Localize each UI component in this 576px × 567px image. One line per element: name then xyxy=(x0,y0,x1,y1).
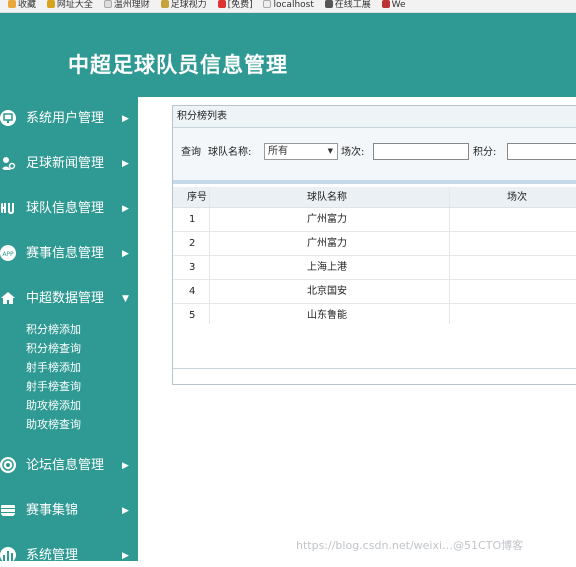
bookmark-item[interactable]: localhost xyxy=(263,0,314,10)
column-header: 场次 xyxy=(507,192,527,203)
panel-footer-line xyxy=(173,368,576,369)
column-divider xyxy=(449,304,450,324)
column-divider xyxy=(209,187,210,207)
submenu-item[interactable]: 助攻榜添加 xyxy=(26,399,81,413)
site-icon xyxy=(217,0,226,8)
table-header: 序号 球队名称 场次 xyxy=(173,187,576,208)
row-team: 北京国安 xyxy=(307,286,347,297)
chevron-down-icon: ▼ xyxy=(122,294,129,304)
site-icon xyxy=(324,0,333,8)
submenu-item[interactable]: 积分榜添加 xyxy=(26,323,81,337)
table-row[interactable]: 3 上海上港 xyxy=(173,256,576,280)
row-index: 2 xyxy=(189,238,196,249)
watermark: https://blog.csdn.net/weixi…@51CTO博客 xyxy=(296,539,524,552)
user-gear-icon xyxy=(0,155,16,171)
dropdown-caret-icon: ▼ xyxy=(327,147,333,155)
sidebar-item-news[interactable]: 足球新闻管理 ▶ xyxy=(0,153,138,175)
column-divider xyxy=(209,208,210,231)
bookmark-item[interactable]: 温州理财 xyxy=(103,0,150,10)
app-header: 中超足球队员信息管理 xyxy=(0,13,576,97)
points-label: 积分: xyxy=(473,147,497,158)
sidebar-item-teams[interactable]: 球队信息管理 ▶ xyxy=(0,198,138,220)
chevron-right-icon: ▶ xyxy=(122,114,129,124)
star-icon xyxy=(8,0,16,8)
stack-icon xyxy=(0,502,16,518)
page-icon xyxy=(263,0,272,8)
sidebar-item-system[interactable]: 系统管理 ▶ xyxy=(0,545,138,567)
bookmarks-bar: 收藏 网址大全 温州理财 足球视力 [免费] localhost 在线工展 We xyxy=(0,0,576,13)
row-index: 4 xyxy=(189,286,196,297)
team-name-label: 球队名称: xyxy=(208,147,252,158)
bookmark-item[interactable]: [免费] xyxy=(217,0,253,10)
sidebar: 系统用户管理 ▶ 足球新闻管理 ▶ 球队信息管理 ▶ APP 赛事信息管理 ▶ … xyxy=(0,97,138,563)
matches-label: 场次: xyxy=(341,147,365,158)
target-icon xyxy=(0,457,16,473)
home-icon xyxy=(0,290,16,306)
submenu-item[interactable]: 射手榜查询 xyxy=(26,380,81,394)
row-index: 5 xyxy=(189,310,196,321)
site-icon xyxy=(160,0,169,8)
sidebar-item-csl-data[interactable]: 中超数据管理 ▼ xyxy=(0,288,138,310)
row-team: 上海上港 xyxy=(307,262,347,273)
table-row[interactable]: 5 山东鲁能 xyxy=(173,304,576,324)
submenu-item[interactable]: 积分榜查询 xyxy=(26,342,81,356)
row-team: 山东鲁能 xyxy=(307,310,347,321)
sidebar-item-forum[interactable]: 论坛信息管理 ▶ xyxy=(0,455,138,477)
column-divider xyxy=(209,304,210,324)
monitor-icon xyxy=(0,110,16,126)
main-content: 积分榜列表 查询 球队名称: 所有 ▼ 场次: 积分: 序号 球队名称 场次 1… xyxy=(138,97,576,561)
site-icon xyxy=(46,0,55,8)
chevron-right-icon: ▶ xyxy=(122,506,129,516)
bookmark-item[interactable]: 收藏 xyxy=(8,0,36,10)
query-label: 查询 xyxy=(181,147,201,158)
column-header: 序号 xyxy=(187,192,207,203)
app-icon: APP xyxy=(0,245,16,261)
chevron-right-icon: ▶ xyxy=(122,551,129,561)
team-icon xyxy=(0,200,16,216)
chevron-right-icon: ▶ xyxy=(122,461,129,471)
matches-input[interactable] xyxy=(373,143,469,160)
page-icon xyxy=(103,0,112,8)
app-title: 中超足球队员信息管理 xyxy=(68,52,288,77)
column-divider xyxy=(209,256,210,279)
column-divider xyxy=(449,187,450,207)
row-team: 广州富力 xyxy=(307,238,347,249)
search-bar: 查询 球队名称: 所有 ▼ 场次: 积分: xyxy=(173,128,576,180)
column-divider xyxy=(209,232,210,255)
chevron-right-icon: ▶ xyxy=(122,159,129,169)
row-team: 广州富力 xyxy=(307,214,347,225)
bookmark-item[interactable]: 足球视力 xyxy=(160,0,207,10)
column-divider xyxy=(209,280,210,303)
column-divider xyxy=(449,256,450,279)
column-divider xyxy=(449,208,450,231)
column-header: 球队名称 xyxy=(307,192,347,203)
sidebar-item-highlights[interactable]: 赛事集锦 ▶ xyxy=(0,500,138,522)
table-row[interactable]: 4 北京国安 xyxy=(173,280,576,304)
row-index: 1 xyxy=(189,214,196,225)
submenu-item[interactable]: 射手榜添加 xyxy=(26,361,81,375)
table-row[interactable]: 2 广州富力 xyxy=(173,232,576,256)
submenu-item[interactable]: 助攻榜查询 xyxy=(26,418,81,432)
table-row[interactable]: 1 广州富力 xyxy=(173,208,576,232)
column-divider xyxy=(449,232,450,255)
points-input[interactable] xyxy=(507,143,576,160)
bookmark-item[interactable]: 在线工展 xyxy=(324,0,371,10)
panel-title: 积分榜列表 xyxy=(173,106,576,128)
bookmark-item[interactable]: We xyxy=(381,0,406,10)
column-divider xyxy=(449,280,450,303)
divider xyxy=(173,180,576,184)
sidebar-item-events[interactable]: APP 赛事信息管理 ▶ xyxy=(0,243,138,265)
bookmark-item[interactable]: 网址大全 xyxy=(46,0,93,10)
team-name-select[interactable]: 所有 ▼ xyxy=(264,143,338,160)
site-icon xyxy=(381,0,390,8)
standings-panel: 积分榜列表 查询 球队名称: 所有 ▼ 场次: 积分: 序号 球队名称 场次 1… xyxy=(172,105,576,385)
row-index: 3 xyxy=(189,262,196,273)
svg-text:APP: APP xyxy=(2,251,14,258)
chevron-right-icon: ▶ xyxy=(122,249,129,259)
chevron-right-icon: ▶ xyxy=(122,204,129,214)
sidebar-item-system-users[interactable]: 系统用户管理 ▶ xyxy=(0,108,138,130)
